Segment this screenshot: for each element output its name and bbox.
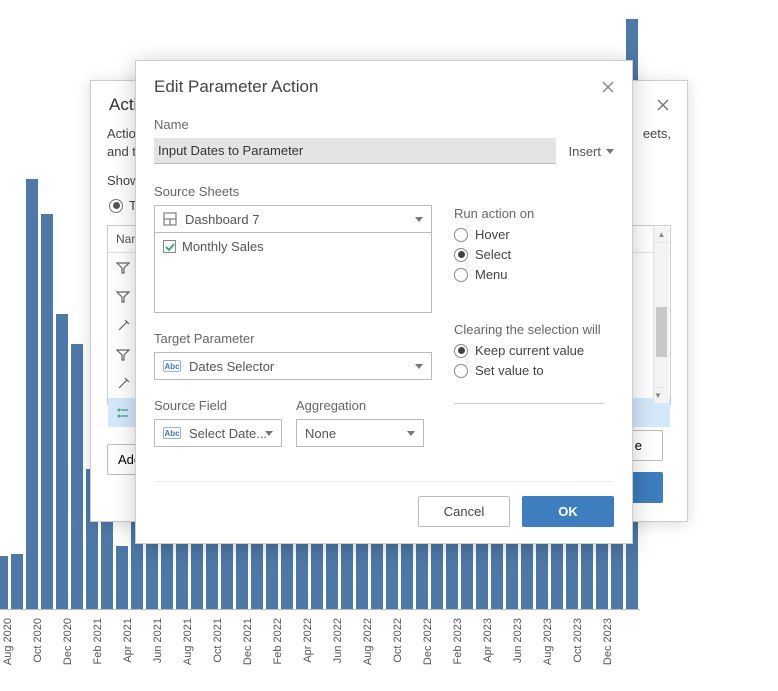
radio-label: Select: [475, 247, 511, 262]
scroll-up-icon[interactable]: ▲: [654, 227, 669, 243]
x-axis-label: Jun 2021: [152, 618, 166, 663]
x-axis-label: Aug 2021: [182, 618, 196, 665]
x-axis-label: Feb 2021: [92, 618, 106, 664]
aggregation-select[interactable]: None: [296, 419, 424, 447]
string-type-icon: Abc: [163, 427, 181, 439]
x-axis-label: Feb 2022: [272, 618, 286, 664]
x-axis-label: Dec 2023: [602, 618, 616, 665]
scroll-down-icon[interactable]: ▼: [654, 387, 662, 403]
x-axis-label: Apr 2021: [122, 618, 136, 663]
x-axis-label: Aug 2020: [2, 618, 16, 665]
ok-button[interactable]: OK: [522, 496, 614, 527]
run-action-hover[interactable]: Hover: [454, 227, 614, 242]
radio-label: Menu: [475, 267, 508, 282]
clearing-keep[interactable]: Keep current value: [454, 343, 614, 358]
checkbox-checked-icon[interactable]: [163, 240, 176, 253]
aggregation-value: None: [305, 426, 336, 441]
cancel-button[interactable]: Cancel: [418, 496, 510, 527]
chart-bar: [146, 539, 158, 609]
run-action-radio-group: Hover Select Menu: [454, 227, 614, 282]
chart-bar: [41, 214, 53, 609]
radio-selected-icon: [454, 248, 468, 262]
chart-bar: [56, 314, 68, 609]
dashboard-value: Dashboard 7: [185, 212, 259, 227]
source-field-value: Select Date...: [189, 426, 267, 441]
source-sheets-label: Source Sheets: [154, 184, 432, 199]
clearing-label: Clearing the selection will: [454, 322, 614, 337]
chart-bar: [71, 344, 83, 609]
aggregation-label: Aggregation: [296, 398, 424, 413]
chevron-down-icon: [606, 149, 614, 154]
close-icon[interactable]: [596, 75, 620, 99]
target-parameter-select[interactable]: Abc Dates Selector: [154, 352, 432, 380]
scrollbar[interactable]: ▲ ▼: [653, 227, 669, 403]
x-axis-label: Jun 2022: [332, 618, 346, 663]
target-param-value: Dates Selector: [189, 359, 274, 374]
set-value-input[interactable]: [454, 384, 604, 404]
sheet-label: Monthly Sales: [182, 239, 264, 254]
dashboard-icon: [163, 212, 177, 226]
x-axis-label: Feb 2023: [452, 618, 466, 664]
name-label: Name: [154, 117, 614, 132]
radio-label: Keep current value: [475, 343, 584, 358]
x-axis-label: Oct 2022: [392, 618, 406, 663]
x-axis-label: Oct 2021: [212, 618, 226, 663]
x-axis-label: Dec 2020: [62, 618, 76, 665]
parameter-icon: [116, 406, 130, 420]
radio-label: Set value to: [475, 363, 544, 378]
x-axis-label: Aug 2023: [542, 618, 556, 665]
scroll-thumb[interactable]: [656, 307, 667, 357]
x-axis-label: Oct 2023: [572, 618, 586, 663]
x-axis-label: Oct 2020: [32, 618, 46, 663]
clearing-radio-group: Keep current value Set value to: [454, 343, 614, 378]
chart-bar: [11, 554, 23, 609]
filter-icon: [116, 261, 130, 275]
sheet-checkbox-item[interactable]: Monthly Sales: [163, 239, 423, 254]
run-action-menu[interactable]: Menu: [454, 267, 614, 282]
desc-text-right: eets,: [643, 125, 671, 143]
highlight-icon: [116, 319, 130, 333]
insert-dropdown[interactable]: Insert: [568, 144, 614, 159]
string-type-icon: Abc: [163, 360, 181, 372]
radio-icon: [454, 228, 468, 242]
radio-icon: [454, 268, 468, 282]
dialog-title: Edit Parameter Action: [136, 61, 632, 111]
chevron-down-icon: [415, 364, 423, 369]
x-axis-label: Apr 2023: [482, 618, 496, 663]
edit-parameter-action-dialog: Edit Parameter Action Name Insert Source…: [135, 60, 633, 544]
x-axis-label: Aug 2022: [362, 618, 376, 665]
desc-text-2: and t: [107, 144, 136, 159]
desc-text-left: Actio: [107, 126, 136, 141]
close-icon[interactable]: [651, 93, 675, 117]
radio-selected-icon: [109, 199, 123, 213]
chart-bar: [26, 179, 38, 609]
x-axis-label: Dec 2022: [422, 618, 436, 665]
x-axis-label: Jun 2023: [512, 618, 526, 663]
chevron-down-icon: [415, 217, 423, 222]
chart-x-axis: Aug 2020 Oct 2020 Dec 2020 Feb 2021 Apr 2021…: [0, 618, 640, 688]
chevron-down-icon: [407, 431, 415, 436]
run-action-select[interactable]: Select: [454, 247, 614, 262]
filter-icon: [116, 348, 130, 362]
name-input[interactable]: [154, 138, 556, 164]
insert-label: Insert: [568, 144, 601, 159]
source-field-label: Source Field: [154, 398, 282, 413]
radio-selected-icon: [454, 344, 468, 358]
x-axis-label: Dec 2021: [242, 618, 256, 665]
chart-bar: [0, 556, 8, 609]
clearing-setval[interactable]: Set value to: [454, 363, 614, 378]
source-sheets-list[interactable]: Monthly Sales: [154, 233, 432, 313]
x-axis-label: Apr 2022: [302, 618, 316, 663]
radio-icon: [454, 364, 468, 378]
source-field-select[interactable]: Abc Select Date...: [154, 419, 282, 447]
chevron-down-icon: [265, 431, 273, 436]
dashboard-select[interactable]: Dashboard 7: [154, 205, 432, 233]
chart-bar: [116, 546, 128, 609]
run-action-label: Run action on: [454, 206, 614, 221]
filter-icon: [116, 290, 130, 304]
highlight-icon: [116, 377, 130, 391]
radio-label: Hover: [475, 227, 510, 242]
target-parameter-label: Target Parameter: [154, 331, 432, 346]
